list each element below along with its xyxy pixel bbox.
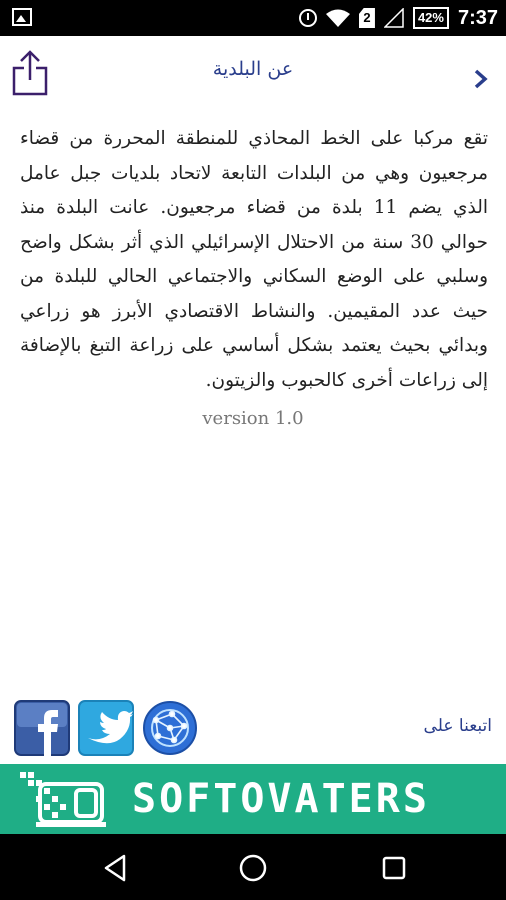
about-text: تقع مركبا على الخط المحاذي للمنطقة المحر… [20,128,488,391]
recents-icon[interactable] [378,852,410,884]
follow-us-label: اتبعنا على [423,716,492,736]
version-label: version 1.0 [202,408,304,429]
social-links [14,700,198,756]
wifi-icon [325,9,350,27]
brand-name: SOFTOVATERS [132,776,430,822]
alarm-icon [298,9,317,27]
home-icon[interactable] [237,852,269,884]
navigation-bar [0,834,506,900]
back-icon[interactable] [100,852,132,884]
page-title: عن البلدية [212,58,294,80]
sim-slot-badge: 2 [358,8,375,28]
brand-banner[interactable]: SOFTOVATERS [0,764,506,834]
globe-icon[interactable] [142,700,198,756]
status-time: 7:37 [457,6,498,29]
twitter-icon[interactable] [78,700,134,756]
status-bar: 2 42% 7:37 [0,0,506,36]
gallery-notification-icon [12,8,32,26]
battery-indicator: 42% [412,7,449,29]
softovaters-logo-icon [20,772,106,827]
facebook-icon[interactable] [14,700,70,756]
chevron-right-icon[interactable] [472,68,490,90]
signal-icon [383,8,404,28]
